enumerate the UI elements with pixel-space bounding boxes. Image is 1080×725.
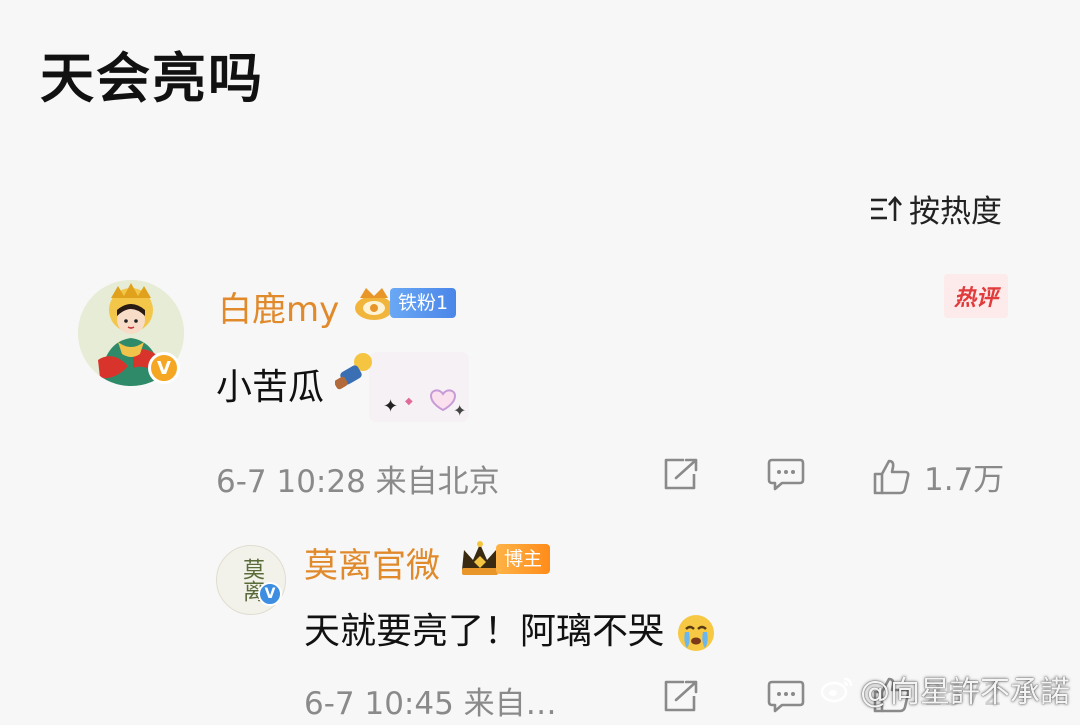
weibo-watermark: @向星許不承諾 <box>820 667 1070 711</box>
weibo-logo-icon <box>820 677 853 703</box>
reply-share-button[interactable] <box>662 678 702 714</box>
weibo-comment-page: 天会亮吗 按热度 V 白鹿my 铁粉1 热评 小苦瓜 ✦ ◆ ✦ 6-7 10:… <box>0 0 1080 725</box>
host-badge-label: 博主 <box>496 544 551 574</box>
sort-label: 按热度 <box>909 194 1002 230</box>
reply-username[interactable]: 莫离官微 <box>304 538 440 587</box>
fan-level-badge[interactable]: 铁粉1 <box>352 284 457 322</box>
comment-icon <box>767 458 805 491</box>
reply-meta: 6-7 10:45 来自… <box>304 686 557 722</box>
post-title: 天会亮吗 <box>40 47 264 110</box>
bitter-melon-sticker-icon: ✦ ◆ ✦ <box>335 352 470 422</box>
share-icon <box>664 458 698 490</box>
reply-comment-button[interactable] <box>766 678 806 714</box>
comment-button[interactable] <box>766 456 806 492</box>
commenter-username[interactable]: 白鹿my <box>218 282 339 331</box>
like-button[interactable]: 1.7万 <box>872 454 1004 499</box>
svg-text:✦: ✦ <box>453 401 466 420</box>
comment-meta: 6-7 10:28 来自北京 <box>216 464 500 500</box>
verified-blue-v-icon: V <box>258 582 282 606</box>
sort-by-hot-button[interactable]: 按热度 <box>869 186 1002 231</box>
like-count: 1.7万 <box>924 462 1005 498</box>
reply-text: 天就要亮了！阿璃不哭 <box>304 602 717 654</box>
thumbs-up-icon <box>873 459 910 494</box>
watermark-text: @向星許不承諾 <box>860 675 1070 710</box>
svg-text:✦: ✦ <box>383 396 398 417</box>
reply-body: 天就要亮了！阿璃不哭 <box>304 611 665 652</box>
share-button[interactable] <box>662 456 702 492</box>
comment-icon <box>767 680 805 713</box>
sort-icon <box>869 194 903 224</box>
svg-text:◆: ◆ <box>405 396 413 407</box>
commenter-avatar[interactable]: V <box>78 280 184 386</box>
comment-body: 小苦瓜 <box>216 367 325 408</box>
crying-face-icon <box>678 615 715 651</box>
host-badge[interactable]: 博主 <box>458 540 551 578</box>
verified-v-icon: V <box>148 352 180 384</box>
fan-badge-label: 铁粉1 <box>390 288 457 318</box>
share-icon <box>664 680 698 712</box>
comment-text: 小苦瓜 ✦ ◆ ✦ <box>216 352 475 426</box>
hot-comment-tag: 热评 <box>943 274 1008 318</box>
